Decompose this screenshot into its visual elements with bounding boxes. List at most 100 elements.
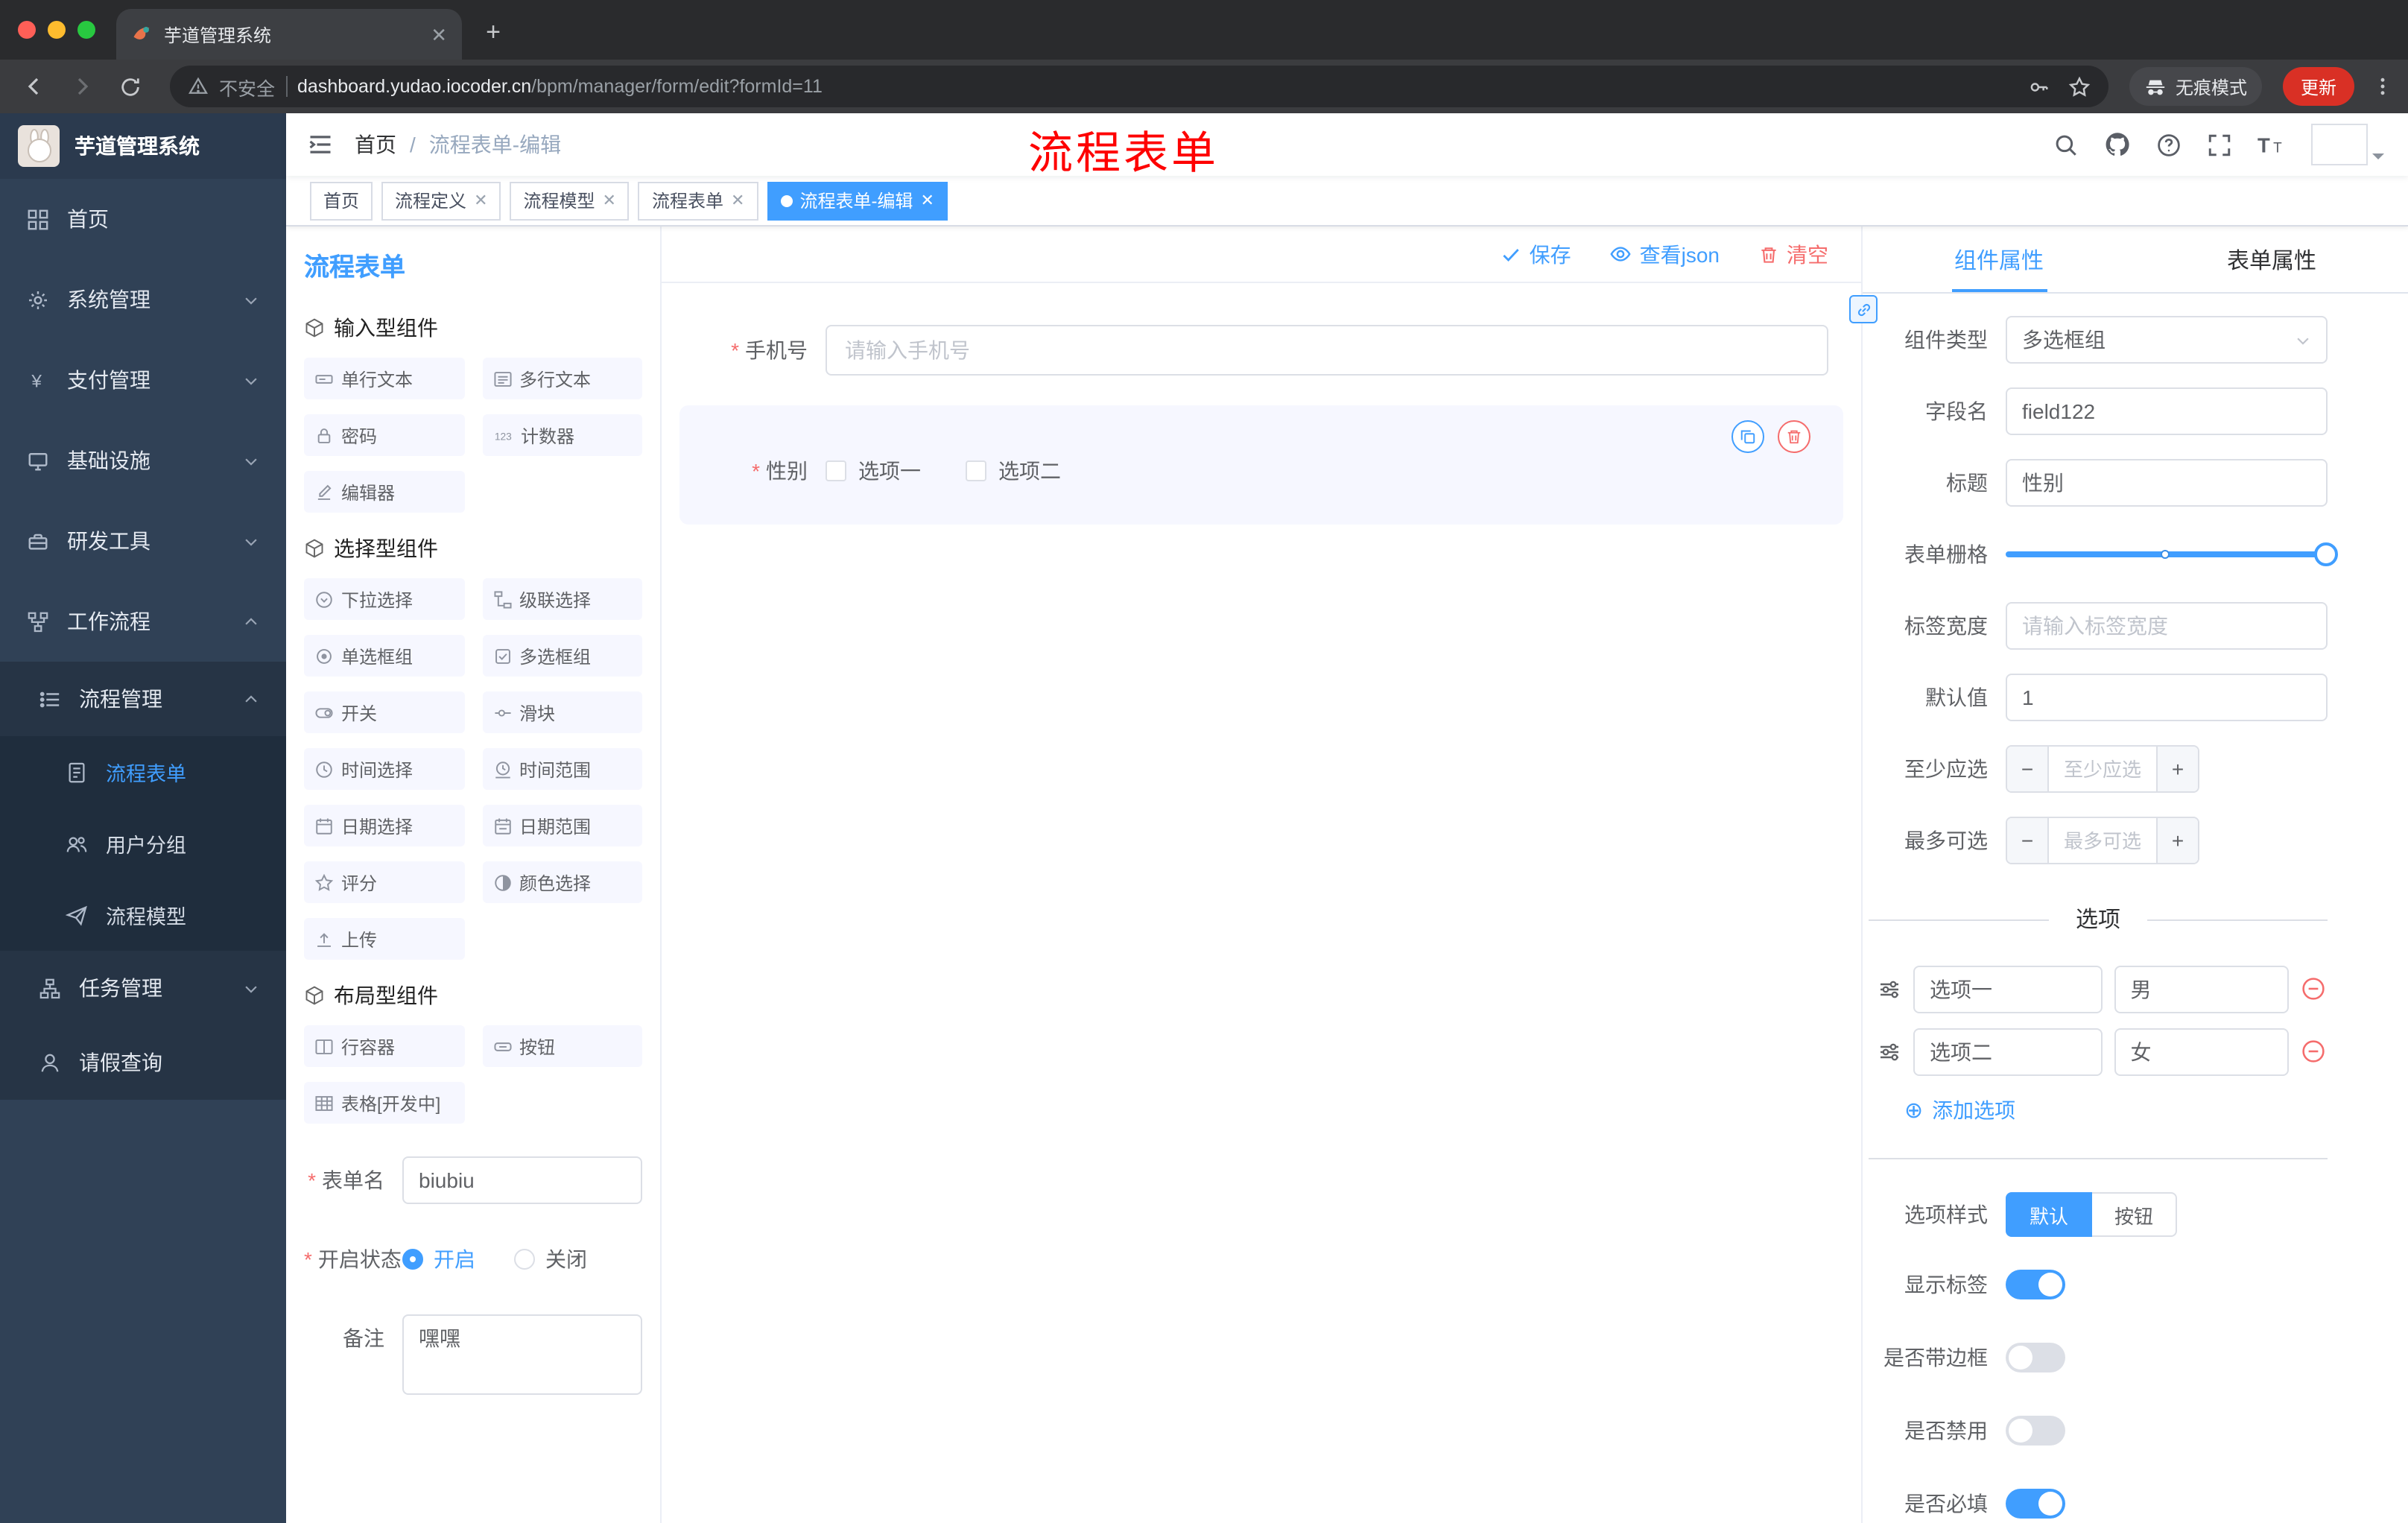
- sidebar-item-process-model[interactable]: 流程模型: [0, 879, 286, 951]
- link-icon[interactable]: [1849, 295, 1878, 323]
- update-chrome-button[interactable]: 更新: [2282, 67, 2354, 106]
- option2-value-input[interactable]: [2114, 1028, 2289, 1076]
- title-input[interactable]: [2006, 459, 2328, 507]
- plus-button[interactable]: +: [2156, 818, 2198, 863]
- user-avatar[interactable]: [2311, 124, 2368, 165]
- breadcrumb-home[interactable]: 首页: [355, 130, 396, 159]
- tag-close-icon[interactable]: ✕: [474, 191, 487, 210]
- default-value-input[interactable]: [2006, 674, 2328, 721]
- new-tab-button[interactable]: +: [471, 10, 516, 55]
- delete-component-button[interactable]: [1778, 420, 1810, 453]
- minimize-window-button[interactable]: [48, 21, 66, 39]
- clear-button[interactable]: 清空: [1758, 239, 1828, 269]
- sidebar-item-user-group[interactable]: 用户分组: [0, 808, 286, 879]
- fullscreen-icon[interactable]: [2207, 132, 2232, 157]
- minus-button[interactable]: −: [2007, 747, 2049, 791]
- form-name-input[interactable]: [402, 1156, 642, 1204]
- collapse-sidebar-icon[interactable]: [295, 119, 346, 170]
- tag-process-definition[interactable]: 流程定义 ✕: [381, 181, 501, 220]
- drawing-board[interactable]: 手机号: [662, 283, 1861, 1523]
- component-cascader[interactable]: 级联选择: [482, 578, 642, 620]
- tab-close-icon[interactable]: ✕: [431, 25, 447, 44]
- component-counter[interactable]: 123 计数器: [482, 414, 642, 456]
- min-select-input[interactable]: [2049, 747, 2156, 791]
- max-select-input[interactable]: [2049, 818, 2156, 863]
- password-key-icon[interactable]: [2028, 75, 2050, 98]
- reload-button[interactable]: [110, 67, 149, 106]
- tag-process-form[interactable]: 流程表单 ✕: [638, 181, 758, 220]
- component-editor[interactable]: 编辑器: [304, 471, 464, 513]
- sidebar-item-system[interactable]: 系统管理: [0, 259, 286, 340]
- component-slider[interactable]: 滑块: [482, 691, 642, 733]
- sidebar-item-process-form[interactable]: 流程表单: [0, 736, 286, 808]
- label-width-input[interactable]: [2006, 602, 2328, 650]
- sidebar-item-payment[interactable]: ¥ 支付管理: [0, 340, 286, 420]
- app-logo[interactable]: 芋道管理系统: [0, 113, 286, 179]
- tag-close-icon[interactable]: ✕: [603, 191, 616, 210]
- component-switch[interactable]: 开关: [304, 691, 464, 733]
- sidebar-item-workflow[interactable]: 工作流程: [0, 581, 286, 662]
- style-default-button[interactable]: 默认: [2006, 1192, 2093, 1237]
- minus-button[interactable]: −: [2007, 818, 2049, 863]
- component-date-range[interactable]: 日期范围: [482, 805, 642, 846]
- drag-handle-icon[interactable]: [1878, 1040, 1901, 1064]
- component-time-picker[interactable]: 时间选择: [304, 748, 464, 790]
- remove-option-button[interactable]: [2301, 976, 2328, 1003]
- component-upload[interactable]: 上传: [304, 918, 464, 960]
- form-remark-textarea[interactable]: 嘿嘿: [402, 1314, 642, 1395]
- tag-process-model[interactable]: 流程模型 ✕: [510, 181, 630, 220]
- component-checkbox-group[interactable]: 多选框组: [482, 635, 642, 677]
- view-json-button[interactable]: 查看json: [1610, 239, 1720, 269]
- component-button[interactable]: 按钮: [482, 1025, 642, 1067]
- component-date-picker[interactable]: 日期选择: [304, 805, 464, 846]
- tag-process-form-edit[interactable]: 流程表单-编辑 ✕: [767, 181, 948, 220]
- disabled-toggle[interactable]: [2006, 1416, 2065, 1446]
- sidebar-item-leave-query[interactable]: 请假查询: [0, 1025, 286, 1100]
- option1-label-input[interactable]: [1913, 966, 2103, 1013]
- style-button-button[interactable]: 按钮: [2092, 1192, 2178, 1237]
- option2-label-input[interactable]: [1913, 1028, 2103, 1076]
- component-radio-group[interactable]: 单选框组: [304, 635, 464, 677]
- field-name-input[interactable]: [2006, 387, 2328, 435]
- address-bar[interactable]: 不安全 dashboard.yudao.iocoder.cn/bpm/manag…: [170, 66, 2108, 107]
- sidebar-item-home[interactable]: 首页: [0, 179, 286, 259]
- sidebar-item-devtools[interactable]: 研发工具: [0, 501, 286, 581]
- sidebar-item-task-mgmt[interactable]: 任务管理: [0, 951, 286, 1025]
- field-gender-selected[interactable]: 性别 选项一 选项二: [679, 405, 1843, 525]
- component-password[interactable]: 密码: [304, 414, 464, 456]
- gender-option2-checkbox[interactable]: 选项二: [966, 456, 1061, 486]
- plus-button[interactable]: +: [2156, 747, 2198, 791]
- component-rate[interactable]: 评分: [304, 861, 464, 903]
- back-button[interactable]: [15, 67, 54, 106]
- copy-component-button[interactable]: [1731, 420, 1764, 453]
- save-button[interactable]: 保存: [1501, 239, 1571, 269]
- github-icon[interactable]: [2104, 131, 2131, 158]
- bookmark-star-icon[interactable]: [2068, 75, 2091, 98]
- status-on-radio[interactable]: 开启: [402, 1244, 475, 1274]
- remove-option-button[interactable]: [2301, 1039, 2328, 1066]
- component-select[interactable]: 下拉选择: [304, 578, 464, 620]
- browser-tab[interactable]: 芋道管理系统 ✕: [116, 9, 462, 60]
- component-color-picker[interactable]: 颜色选择: [482, 861, 642, 903]
- tag-close-icon[interactable]: ✕: [920, 191, 934, 210]
- component-multi-text[interactable]: 多行文本: [482, 358, 642, 399]
- tag-close-icon[interactable]: ✕: [731, 191, 744, 210]
- component-table[interactable]: 表格[开发中]: [304, 1082, 464, 1124]
- docs-help-icon[interactable]: [2156, 132, 2182, 157]
- component-time-range[interactable]: 时间范围: [482, 748, 642, 790]
- component-single-text[interactable]: 单行文本: [304, 358, 464, 399]
- option1-value-input[interactable]: [2114, 966, 2289, 1013]
- component-row-container[interactable]: 行容器: [304, 1025, 464, 1067]
- form-grid-slider[interactable]: [2006, 531, 2338, 578]
- gender-option1-checkbox[interactable]: 选项一: [826, 456, 921, 486]
- drag-handle-icon[interactable]: [1878, 978, 1901, 1001]
- field-phone[interactable]: 手机号: [679, 316, 1843, 384]
- status-off-radio[interactable]: 关闭: [514, 1244, 587, 1274]
- show-label-toggle[interactable]: [2006, 1270, 2065, 1299]
- font-size-icon[interactable]: TT: [2258, 132, 2286, 157]
- tab-component-props[interactable]: 组件属性: [1863, 227, 2135, 292]
- search-icon[interactable]: [2053, 132, 2079, 157]
- add-option-button[interactable]: ⊕ 添加选项: [1904, 1095, 2328, 1125]
- component-type-select[interactable]: 多选框组: [2006, 316, 2328, 364]
- browser-menu-button[interactable]: [2372, 76, 2393, 97]
